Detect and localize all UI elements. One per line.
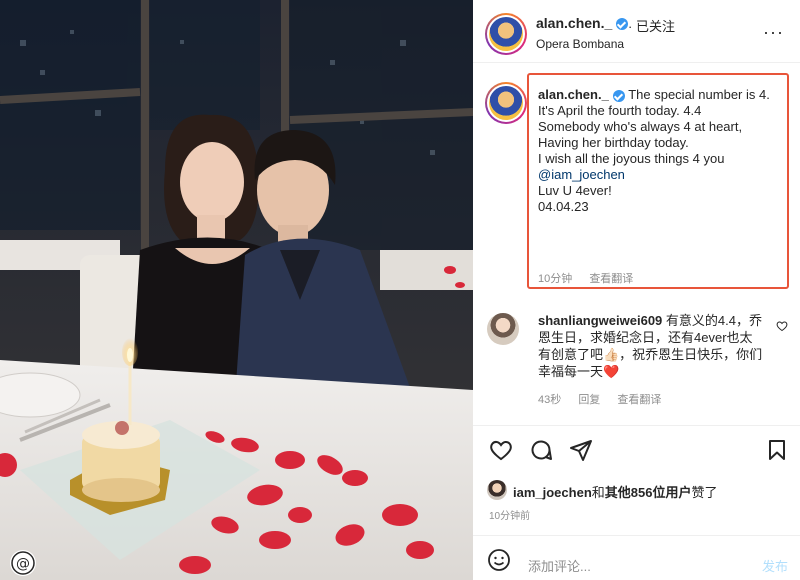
svg-text:@: @ [16,556,30,572]
share-icon[interactable] [569,438,593,462]
header-divider [473,62,800,63]
caption-avatar[interactable] [485,82,527,124]
verified-badge-icon [612,89,625,102]
liker-avatar[interactable] [487,480,507,500]
threads-icon[interactable]: @ [10,550,36,576]
caption-line-2: It's April the fourth today. 4.4 [538,103,702,118]
caption-line-1: The special number is 4. [628,87,770,102]
more-options-icon[interactable]: ··· [763,22,784,43]
caption-line-4: Having her birthday today. [538,135,689,150]
caption-line-luv: Luv U 4ever! [538,183,612,198]
post-sidebar: alan.chen._ · 已关注 Opera Bombana ··· alan… [473,0,800,580]
photo-illustration [0,0,473,580]
caption-mention-link[interactable]: @iam_joechen [538,167,625,182]
action-bar [487,438,787,466]
liker-username[interactable]: iam_joechen [513,485,592,500]
comment-meta: 43秒 回复 查看翻译 [538,391,675,407]
post-comment-button[interactable]: 发布 [762,556,788,575]
header-avatar[interactable] [485,13,527,55]
comment-box-divider [473,535,800,536]
comment-time: 43秒 [538,394,562,406]
likes-suffix: 赞了 [691,485,718,500]
commenter-username[interactable]: shanliangweiwei609 [538,313,662,328]
header-username[interactable]: alan.chen._ [536,15,612,31]
caption-meta: 10分钟 查看翻译 [538,270,647,286]
header-username-row[interactable]: alan.chen._ [536,15,629,31]
comment-translate-link[interactable]: 查看翻译 [617,394,661,406]
likes-others[interactable]: 其他856位用户 [605,485,692,500]
emoji-icon[interactable] [487,548,511,572]
caption-username[interactable]: alan.chen._ [538,87,609,102]
caption-line-5: I wish all the joyous things 4 you [538,151,725,166]
caption-translate-link[interactable]: 查看翻译 [589,273,633,285]
actions-divider [473,425,800,426]
comment-icon[interactable] [529,438,553,462]
caption-time: 10分钟 [538,273,573,285]
heart-icon[interactable] [489,438,513,462]
comment-like-heart-icon[interactable] [776,320,788,335]
follow-status[interactable]: · 已关注 [628,16,675,35]
comment-text: shanliangweiwei609 有意义的4.4，乔恩生日，求婚纪念日，还有… [538,312,763,380]
post-photo[interactable]: @ [0,0,473,580]
bookmark-icon[interactable] [765,438,789,462]
likes-and: 和 [591,485,605,500]
verified-badge-icon [616,18,629,31]
commenter-avatar[interactable] [487,313,519,345]
location-link[interactable]: Opera Bombana [536,37,624,51]
caption-line-3: Somebody who's always 4 at heart, [538,119,743,134]
comment-reply-button[interactable]: 回复 [578,394,600,406]
caption-date: 04.04.23 [538,199,589,214]
likes-summary[interactable]: iam_joechen和其他856位用户赞了 [513,482,718,501]
post-timestamp: 10分钟前 [489,511,531,522]
add-comment-input[interactable]: 添加评论... [528,556,591,575]
caption-text: alan.chen._ The special number is 4. It'… [538,87,783,215]
